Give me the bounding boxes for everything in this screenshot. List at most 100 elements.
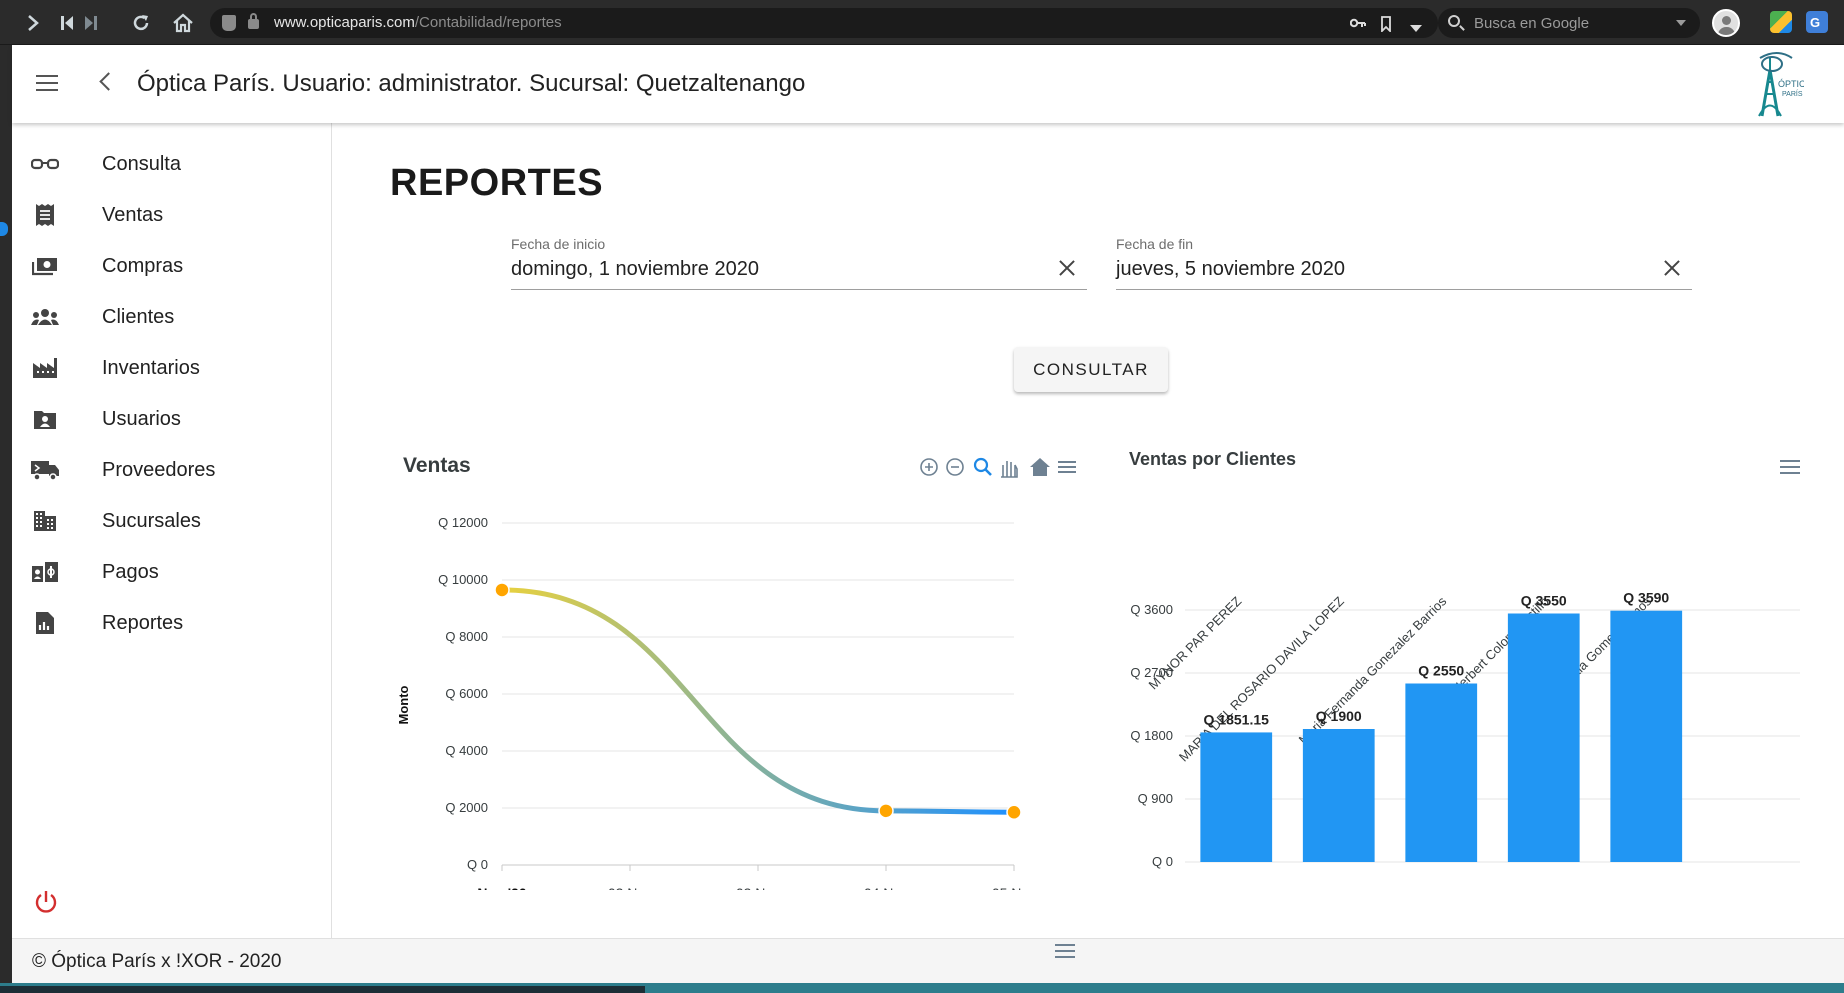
window-edge <box>0 45 12 993</box>
address-bar[interactable]: www.opticaparis.com/Contabilidad/reporte… <box>210 8 1438 38</box>
factory-icon <box>30 353 60 383</box>
zoom-out-icon[interactable] <box>946 458 964 476</box>
report-icon <box>30 608 60 638</box>
sidebar-item-label: Consulta <box>102 152 181 175</box>
y-tick-label: Q 0 <box>467 857 488 872</box>
sidebar-nav: Consulta Ventas Compras Clientes Inventa… <box>12 123 332 938</box>
start-date-field[interactable]: Fecha de inicio domingo, 1 noviembre 202… <box>511 236 1087 290</box>
start-date-value[interactable]: domingo, 1 noviembre 2020 <box>511 258 759 281</box>
y-tick-label: Q 0 <box>1152 854 1173 869</box>
profile-avatar[interactable] <box>1712 9 1740 37</box>
reset-home-icon[interactable] <box>1030 458 1050 476</box>
power-icon[interactable] <box>32 888 60 916</box>
sidebar-item-label: Ventas <box>102 203 164 226</box>
y-tick-label: Q 8000 <box>445 629 488 644</box>
chart-menu-icon[interactable] <box>1058 461 1076 473</box>
svg-text:G: G <box>1810 15 1820 30</box>
ventas-series-line <box>499 587 1017 815</box>
y-tick-label: Q 6000 <box>445 686 488 701</box>
chevron-down-icon[interactable] <box>1676 20 1686 26</box>
money-icon <box>30 251 60 281</box>
clear-end-date-icon[interactable] <box>1662 258 1682 278</box>
optica-paris-logo: ÓPTICA PARÍS <box>1732 50 1812 118</box>
reload-icon[interactable] <box>128 10 154 36</box>
truck-icon <box>30 455 60 485</box>
user-folder-icon <box>30 404 60 434</box>
y-tick-label: Q 4000 <box>445 743 488 758</box>
search-icon <box>1448 15 1460 27</box>
glasses-icon <box>30 149 60 179</box>
ventas-clientes-bar-chart: Q 0Q 900Q 1800Q 2700Q 3600MYNOR PAR PERE… <box>1130 590 1800 869</box>
bar <box>1302 729 1375 862</box>
sidebar-item-label: Usuarios <box>102 407 181 430</box>
sidebar-item-label: Clientes <box>102 305 175 328</box>
extension-icon[interactable] <box>1770 11 1792 33</box>
key-icon[interactable] <box>1349 16 1366 33</box>
zoom-in-icon[interactable] <box>920 458 938 476</box>
footer-menu-icon[interactable] <box>1055 944 1075 958</box>
sidebar-item-label: Sucursales <box>102 509 201 532</box>
y-tick-label: Q 3600 <box>1130 602 1173 617</box>
first-page-icon[interactable] <box>54 10 80 36</box>
footer: © Óptica París x !XOR - 2020 <box>12 938 1844 983</box>
building-icon <box>30 506 60 536</box>
payment-icon <box>30 557 60 587</box>
sidebar-item-reportes[interactable]: Reportes <box>12 593 332 653</box>
x-tick-label: Nov '20 <box>477 885 526 890</box>
bar-data-label: Q 2550 <box>1418 663 1464 679</box>
end-date-field[interactable]: Fecha de fin jueves, 5 noviembre 2020 <box>1116 236 1692 290</box>
dropdown-icon[interactable] <box>1410 20 1422 37</box>
end-date-label: Fecha de fin <box>1116 236 1194 252</box>
data-point <box>494 582 510 598</box>
ventas-line-chart: Monto Q 0 Q 2000 Q 4000 Q 6000 Q 8000 Q 10000… <box>396 515 1036 890</box>
bookmark-icon[interactable] <box>1380 16 1392 36</box>
app-header: Óptica París. Usuario: administrator. Su… <box>12 45 1844 123</box>
end-date-value[interactable]: jueves, 5 noviembre 2020 <box>1116 258 1345 281</box>
bar-data-label: Q 1851.15 <box>1204 711 1270 727</box>
forward-icon[interactable] <box>20 10 46 36</box>
x-tick-label: 02 Nov <box>608 885 652 890</box>
receipt-icon <box>30 200 60 230</box>
zoom-selection-icon[interactable] <box>973 457 992 476</box>
svg-text:ÓPTICA: ÓPTICA <box>1778 79 1804 89</box>
lock-icon <box>248 13 259 29</box>
last-page-icon[interactable] <box>78 10 104 36</box>
chart-toolbar <box>918 455 1078 479</box>
ventas-chart-title: Ventas <box>403 454 471 477</box>
footer-text: © Óptica París x !XOR - 2020 <box>32 951 282 972</box>
y-axis-label: Monto <box>396 685 411 724</box>
bar-data-label: Q 1900 <box>1316 708 1362 724</box>
url-text: www.opticaparis.com/Contabilidad/reporte… <box>274 14 562 31</box>
bar <box>1507 613 1580 862</box>
x-tick-label: 05 Nov <box>992 885 1036 890</box>
browser-toolbar: www.opticaparis.com/Contabilidad/reporte… <box>0 0 1844 45</box>
menu-icon[interactable] <box>36 75 58 91</box>
back-icon[interactable] <box>99 72 118 91</box>
bar <box>1405 683 1478 862</box>
translate-icon[interactable]: G <box>1806 11 1828 33</box>
shield-icon <box>222 15 236 31</box>
notification-dot <box>0 222 8 236</box>
consultar-button[interactable]: CONSULTAR <box>1014 347 1168 392</box>
y-tick-label: Q 12000 <box>438 515 488 530</box>
bar-data-label: Q 3550 <box>1521 593 1567 609</box>
sidebar-item-label: Proveedores <box>102 458 216 481</box>
pan-hand-icon[interactable] <box>1001 461 1018 478</box>
y-tick-label: Q 1800 <box>1130 728 1173 743</box>
search-input[interactable]: Busca en Google <box>1438 8 1700 38</box>
x-tick-label: 03 Nov <box>736 885 780 890</box>
people-icon <box>30 302 60 332</box>
sidebar-item-label: Compras <box>102 254 184 277</box>
home-icon[interactable] <box>170 10 196 36</box>
start-date-label: Fecha de inicio <box>511 236 606 252</box>
clear-start-date-icon[interactable] <box>1057 258 1077 278</box>
search-placeholder: Busca en Google <box>1474 15 1590 32</box>
page-header-title: Óptica París. Usuario: administrator. Su… <box>137 70 806 97</box>
page-title: REPORTES <box>390 162 604 204</box>
sidebar-item-label: Inventarios <box>102 356 200 379</box>
bar <box>1610 610 1683 862</box>
y-tick-label: Q 2000 <box>445 800 488 815</box>
data-point <box>1006 804 1022 820</box>
svg-text:PARÍS: PARÍS <box>1782 89 1803 98</box>
bar <box>1200 732 1273 862</box>
